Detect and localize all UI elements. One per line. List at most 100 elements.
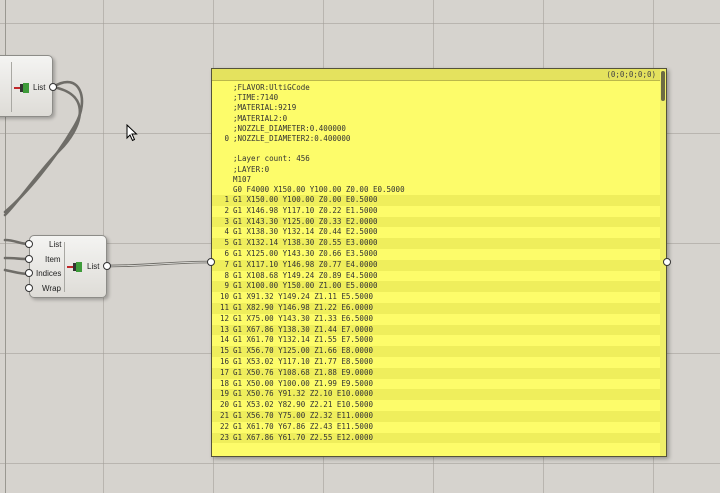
line-index: 4: [224, 227, 229, 237]
list-component[interactable]: List: [0, 55, 53, 117]
line-text: ;LAYER:0: [233, 164, 270, 174]
list-item: 12 G1 X75.00 Y143.30 Z1.33 E6.5000: [212, 314, 666, 325]
line-text: G1 X56.70 Y75.00 Z2.32 E11.0000: [233, 411, 373, 420]
list-item: 21 G1 X56.70 Y75.00 Z2.32 E11.0000: [212, 411, 666, 422]
line-text: G1 X61.70 Y67.86 Z2.43 E11.5000: [233, 421, 373, 431]
line-index: 18: [219, 378, 229, 388]
list-item: 3 G1 X143.30 Y125.00 Z0.33 E2.0000: [212, 216, 666, 228]
line-index: 19: [219, 389, 229, 399]
gcode-preamble-line: ;LAYER:0: [212, 165, 666, 175]
list-item: 9 G1 X100.00 Y150.00 Z1.00 E5.0000: [212, 281, 666, 293]
gcode-preamble-line: M107: [212, 175, 666, 185]
line-index: 20: [219, 400, 229, 410]
line-text: G1 X143.30 Y125.00 Z0.33 E2.0000: [233, 216, 378, 226]
line-index: 2: [224, 205, 229, 215]
line-index: 15: [219, 346, 229, 356]
line-index: 11: [219, 303, 229, 313]
line-text: G1 X50.00 Y100.00 Z1.99 E9.5000: [233, 378, 373, 388]
panel-path-header: (0;0;0;0;0): [212, 69, 666, 81]
line-index: 13: [219, 324, 229, 334]
line-index: 12: [219, 313, 229, 323]
input-item-grip[interactable]: [25, 255, 33, 263]
list-item: 10 G1 X91.32 Y149.24 Z1.11 E5.5000: [212, 292, 666, 303]
gcode-preamble-line: G0 F4000 X150.00 Y100.00 Z0.00 E0.5000: [212, 185, 666, 195]
line-text: G1 X67.86 Y138.30 Z1.44 E7.0000: [233, 324, 373, 334]
list-item: 18 G1 X50.00 Y100.00 Z1.99 E9.5000: [212, 379, 666, 390]
line-index: 3: [224, 216, 229, 226]
input-wrap-grip[interactable]: [25, 284, 33, 292]
gcode-preamble-line: ;MATERIAL2:0: [212, 114, 666, 124]
line-text: G1 X67.86 Y61.70 Z2.55 E12.0000: [233, 432, 373, 442]
line-index: 6: [224, 249, 229, 259]
list-item: 4 G1 X138.30 Y132.14 Z0.44 E2.5000: [212, 227, 666, 238]
line-text: G1 X82.90 Y146.98 Z1.22 E6.0000: [233, 303, 373, 313]
gcode-preamble-line: [212, 144, 666, 154]
gcode-list: 1 G1 X150.00 Y100.00 Z0.00 E0.5000 2 G1 X14…: [212, 195, 666, 444]
line-text: G1 X150.00 Y100.00 Z0.00 E0.5000: [233, 195, 378, 205]
line-text: M107: [233, 174, 252, 184]
line-text: ;NOZZLE_DIAMETER2:0.400000: [233, 133, 351, 143]
list-item: 22 G1 X61.70 Y67.86 Z2.43 E11.5000: [212, 422, 666, 433]
line-text: G1 X61.70 Y132.14 Z1.55 E7.5000: [233, 335, 373, 345]
line-index: 8: [224, 270, 229, 280]
line-text: G1 X75.00 Y143.30 Z1.33 E6.5000: [233, 313, 373, 323]
line-text: G1 X108.68 Y149.24 Z0.89 E4.5000: [233, 270, 378, 280]
list-item: 2 G1 X146.98 Y117.10 Z0.22 E1.5000: [212, 206, 666, 217]
input-indices-grip[interactable]: [25, 269, 33, 277]
list-item: 13 G1 X67.86 Y138.30 Z1.44 E7.0000: [212, 324, 666, 336]
line-index: 16: [219, 357, 229, 367]
list-item-output-grip[interactable]: [103, 262, 111, 270]
line-text: G1 X100.00 Y150.00 Z1.00 E5.0000: [233, 281, 378, 291]
panel-input-grip[interactable]: [207, 258, 215, 266]
line-text: ;FLAVOR:UltiGCode: [233, 83, 310, 92]
list-component-output-grip[interactable]: [49, 83, 57, 91]
gcode-preamble-line: ;TIME:7140: [212, 93, 666, 103]
list-component-icon: [14, 83, 30, 93]
line-index: 1: [224, 195, 229, 205]
line-index: 9: [224, 281, 229, 291]
list-item-output-label: List: [87, 262, 100, 271]
line-index: 23: [219, 432, 229, 442]
gcode-panel[interactable]: (0;0;0;0;0) ;FLAVOR:UltiGCode ;TIME:7140;…: [211, 68, 667, 457]
input-item-label: Item: [45, 255, 61, 264]
line-text: G1 X132.14 Y138.30 Z0.55 E3.0000: [233, 238, 378, 248]
list-item: 15 G1 X56.70 Y125.00 Z1.66 E8.0000: [212, 346, 666, 358]
line-text: G1 X53.02 Y117.10 Z1.77 E8.5000: [233, 357, 373, 367]
list-item: 23 G1 X67.86 Y61.70 Z2.55 E12.0000: [212, 432, 666, 444]
line-text: ;TIME:7140: [233, 93, 279, 103]
gcode-preamble: ;FLAVOR:UltiGCode ;TIME:7140 ;MATERIAL:921…: [212, 81, 666, 195]
list-item: 6 G1 X125.00 Y143.30 Z0.66 E3.5000: [212, 249, 666, 260]
list-item: 5 G1 X132.14 Y138.30 Z0.55 E3.0000: [212, 238, 666, 250]
line-index: 5: [224, 238, 229, 248]
list-item: 14 G1 X61.70 Y132.14 Z1.55 E7.5000: [212, 335, 666, 346]
list-component-output-label: List: [33, 83, 46, 92]
input-list-label: List: [49, 240, 62, 249]
panel-scroll-thumb[interactable]: [661, 71, 665, 101]
line-text: G1 X146.98 Y117.10 Z0.22 E1.5000: [233, 205, 378, 215]
line-text: G1 X50.76 Y108.68 Z1.88 E9.0000: [233, 367, 373, 377]
list-item: 19 G1 X50.76 Y91.32 Z2.10 E10.0000: [212, 389, 666, 401]
list-item-icon: [67, 262, 83, 272]
line-text: ;Layer count: 456: [233, 154, 310, 164]
input-list-grip[interactable]: [25, 240, 33, 248]
line-text: G1 X138.30 Y132.14 Z0.44 E2.5000: [233, 227, 378, 237]
list-item: 11 G1 X82.90 Y146.98 Z1.22 E6.0000: [212, 303, 666, 314]
panel-output-grip[interactable]: [663, 258, 671, 266]
gcode-preamble-line: ;Layer count: 456: [212, 154, 666, 164]
line-text: G1 X50.76 Y91.32 Z2.10 E10.0000: [233, 389, 373, 399]
line-text: G1 X125.00 Y143.30 Z0.66 E3.5000: [233, 249, 378, 259]
line-index: 22: [219, 421, 229, 431]
list-item: 20 G1 X53.02 Y82.90 Z2.21 E10.5000: [212, 400, 666, 411]
list-item: 16 G1 X53.02 Y117.10 Z1.77 E8.5000: [212, 357, 666, 368]
input-wrap-label: Wrap: [42, 284, 61, 293]
panel-content: ;FLAVOR:UltiGCode ;TIME:7140 ;MATERIAL:921…: [212, 81, 666, 444]
line-text: G1 X56.70 Y125.00 Z1.66 E8.0000: [233, 346, 373, 356]
line-index: 0: [224, 133, 229, 143]
list-item-component[interactable]: List Item Indices Wrap List: [29, 235, 107, 298]
line-index: 14: [219, 335, 229, 345]
line-text: ;NOZZLE_DIAMETER:0.400000: [233, 123, 346, 133]
mouse-cursor-icon: [126, 124, 138, 142]
line-text: G1 X117.10 Y146.98 Z0.77 E4.0000: [233, 259, 378, 269]
list-item: 17 G1 X50.76 Y108.68 Z1.88 E9.0000: [212, 367, 666, 379]
list-item: 1 G1 X150.00 Y100.00 Z0.00 E0.5000: [212, 195, 666, 206]
